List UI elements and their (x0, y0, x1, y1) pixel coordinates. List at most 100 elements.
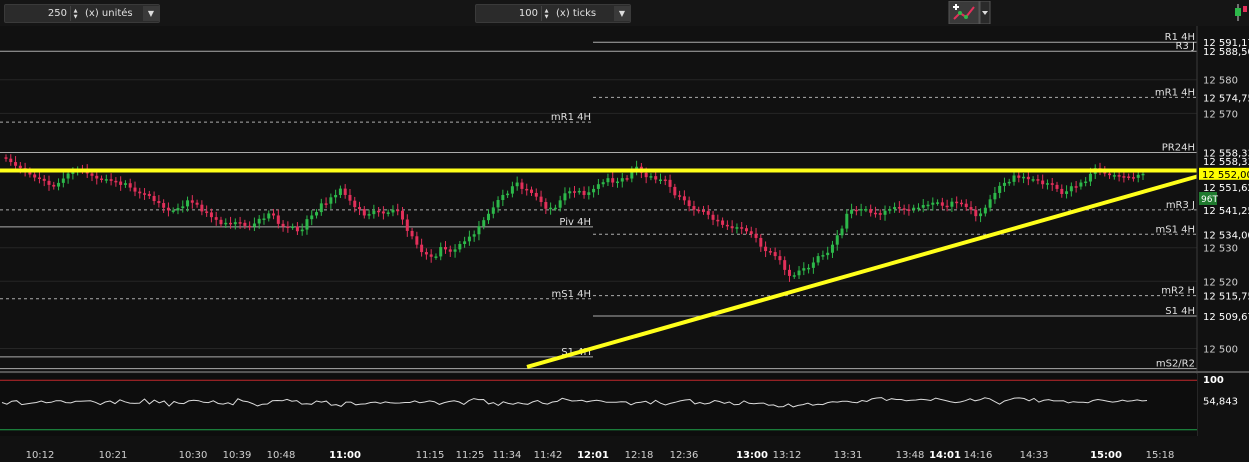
time-tick-label: 15:00 (1090, 450, 1122, 461)
bearish-candle (14, 162, 18, 166)
oscillator-tick-label: 100 (1203, 375, 1224, 386)
ticks-unit-dropdown-icon[interactable]: ▼ (614, 6, 630, 21)
pivot-level-value: 12 534,00 (1203, 230, 1249, 241)
bearish-candle (687, 200, 691, 207)
bullish-candle (577, 190, 581, 193)
bullish-candle (71, 172, 75, 174)
chart-tools-button[interactable] (948, 0, 992, 25)
ticks-count-value[interactable]: 100 (476, 8, 541, 19)
price-chart[interactable]: R1 4HR3 JmR1 4HmR1 4HPR24HmR3 JPiv 4HmS1… (0, 26, 1249, 462)
pivot-level-value: 12 588,50 (1203, 47, 1249, 58)
price-axis: 12 58012 57012 53012 52012 50012 591,171… (1199, 38, 1249, 355)
bullish-candle (835, 235, 839, 245)
bearish-candle (663, 179, 667, 182)
timer-tag-label: 96T (1201, 195, 1218, 205)
bullish-candle (1069, 186, 1073, 192)
bearish-candle (940, 202, 944, 206)
bearish-candle (625, 178, 629, 180)
bearish-candle (1108, 173, 1112, 176)
bearish-candle (157, 201, 161, 204)
bearish-candle (152, 195, 156, 202)
bullish-candle (506, 193, 510, 196)
bullish-candle (921, 205, 925, 208)
bullish-candle (864, 209, 868, 211)
bearish-candle (873, 212, 877, 215)
bullish-candle (496, 200, 500, 208)
bearish-candle (143, 193, 147, 195)
bullish-candle (467, 236, 471, 242)
indicator-icon[interactable] (1232, 1, 1248, 24)
bullish-candle (329, 197, 333, 204)
bars-count-stepper[interactable]: 250 ▲ ▼ (x) unités ▼ (4, 4, 160, 23)
bullish-candle (257, 218, 261, 224)
bearish-candle (119, 181, 123, 185)
spin-arrows-icon[interactable]: ▲ ▼ (541, 6, 551, 21)
bearish-candle (295, 226, 299, 232)
bearish-candle (969, 207, 973, 210)
bullish-candle (1079, 182, 1083, 187)
bearish-candle (353, 200, 357, 208)
oscillator-last-value: 54,843 (1203, 396, 1238, 407)
time-tick-label: 10:39 (223, 450, 252, 461)
bearish-candle (405, 219, 409, 231)
bearish-candle (878, 213, 882, 215)
bullish-candle (983, 207, 987, 214)
bearish-candle (778, 256, 782, 261)
bullish-candle (826, 252, 830, 256)
bearish-candle (281, 223, 285, 227)
bearish-candle (381, 211, 385, 214)
time-tick-label: 14:01 (929, 450, 961, 461)
bars-unit-dropdown-icon[interactable]: ▼ (143, 6, 159, 21)
bullish-candle (1012, 175, 1016, 182)
bearish-candle (4, 157, 8, 159)
bullish-candle (57, 182, 61, 187)
current-price-label: 12 552,00 (1202, 170, 1249, 181)
bearish-candle (716, 219, 720, 222)
pivot-level-value: 12 541,25 (1203, 206, 1249, 217)
time-tick-label: 12:18 (625, 450, 654, 461)
bearish-candle (396, 209, 400, 212)
bearish-candle (1131, 177, 1135, 179)
bullish-candle (587, 192, 591, 195)
bullish-candle (310, 215, 314, 220)
bearish-candle (18, 165, 22, 169)
bearish-candle (424, 252, 428, 255)
bearish-candle (897, 207, 901, 209)
bullish-candle (453, 249, 457, 252)
bearish-candle (725, 224, 729, 227)
chart-tools-icon[interactable] (948, 0, 992, 25)
bearish-candle (1036, 179, 1040, 181)
bearish-candle (582, 190, 586, 195)
ticks-count-stepper[interactable]: 100 ▲ ▼ (x) ticks ▼ (475, 4, 631, 23)
pivot-level-value: 12 515,75 (1203, 292, 1249, 303)
bearish-candle (9, 158, 13, 163)
bearish-candle (1041, 180, 1045, 185)
bullish-candle (386, 212, 390, 214)
pivot-level-label: mR2 H (1161, 286, 1195, 297)
time-tick-label: 14:16 (964, 450, 993, 461)
time-tick-label: 10:12 (26, 450, 55, 461)
time-tick-label: 15:18 (1146, 450, 1175, 461)
bullish-candle (334, 194, 338, 198)
bullish-candle (491, 207, 495, 214)
bullish-candle (568, 191, 572, 194)
bullish-candle (735, 227, 739, 229)
bullish-candle (916, 207, 920, 210)
spin-arrows-icon[interactable]: ▲ ▼ (70, 6, 80, 21)
bullish-candle (558, 200, 562, 208)
price-plot-background (0, 26, 1197, 372)
bullish-candle (305, 219, 309, 230)
bearish-candle (682, 196, 686, 201)
oscillator-pane: 100 54,843 (0, 371, 1249, 436)
bearish-candle (854, 209, 858, 212)
candle-indicator-icon[interactable] (1232, 1, 1248, 24)
bearish-candle (520, 182, 524, 189)
bars-count-value[interactable]: 250 (5, 8, 70, 19)
bearish-candle (444, 247, 448, 250)
time-tick-label: 13:48 (896, 450, 925, 461)
bullish-candle (176, 208, 180, 211)
bullish-candle (926, 204, 930, 207)
bearish-candle (276, 215, 280, 224)
bearish-candle (415, 236, 419, 245)
bearish-candle (744, 228, 748, 232)
